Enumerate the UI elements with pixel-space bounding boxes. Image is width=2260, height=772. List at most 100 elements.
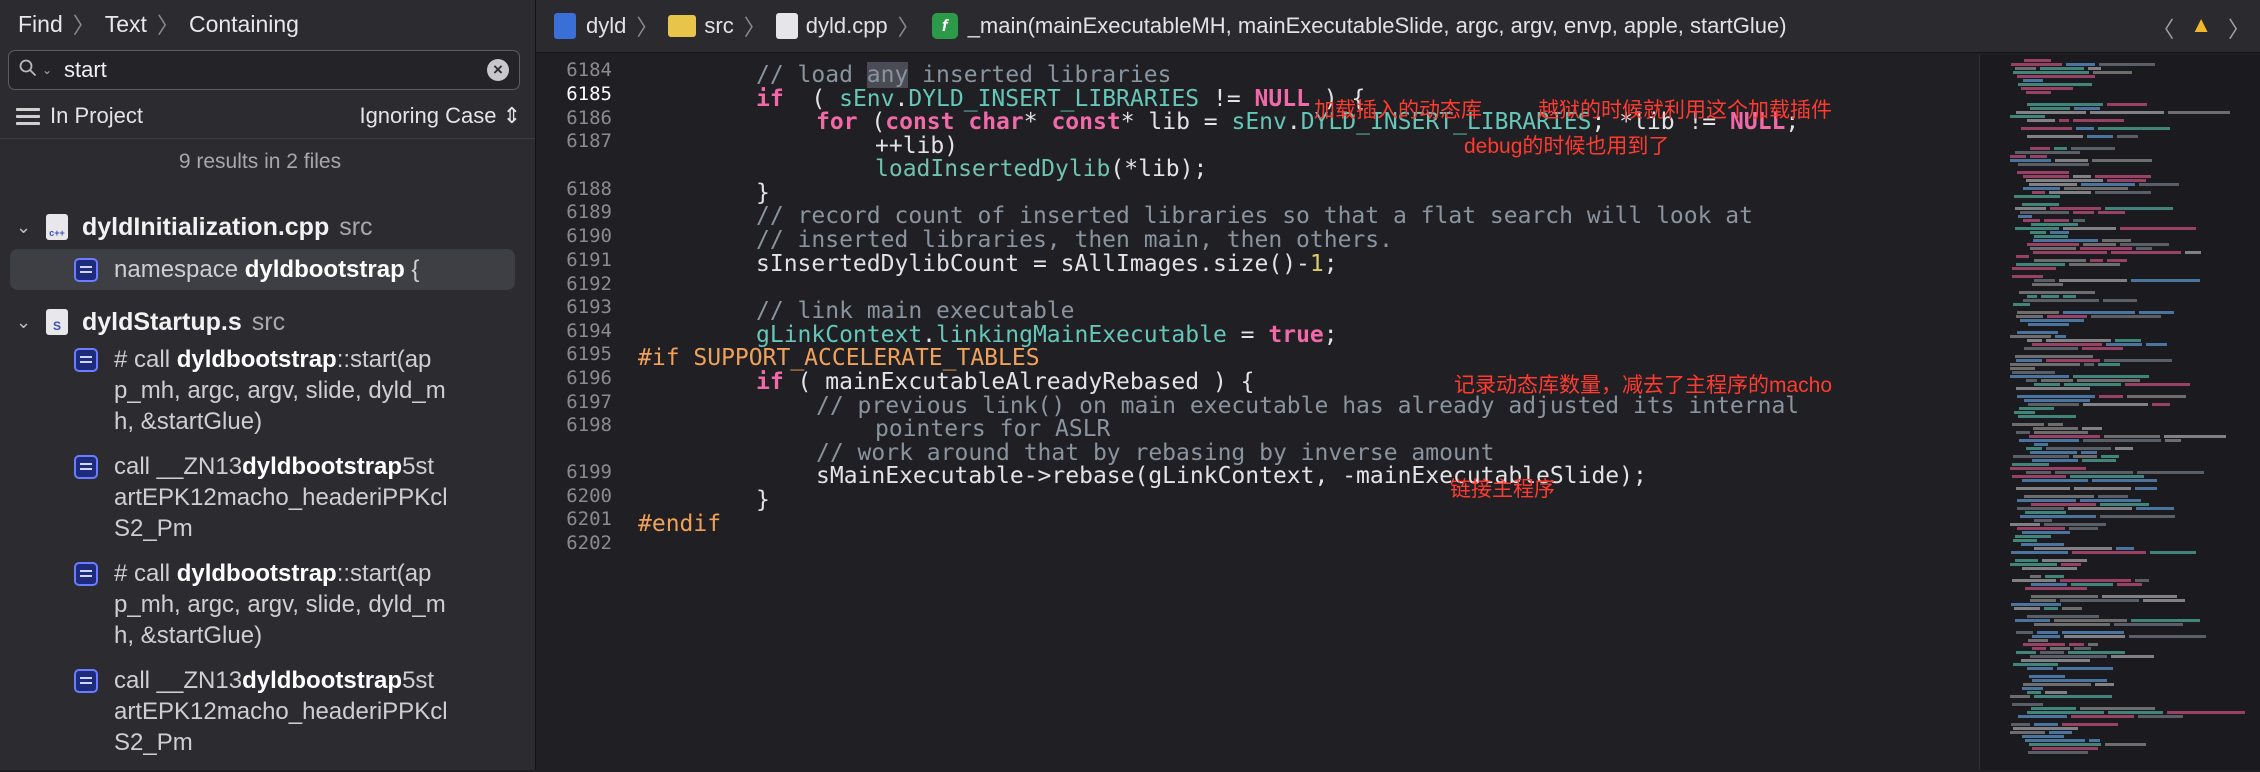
minimap-line (2064, 635, 2125, 638)
minimap-line (2060, 599, 2139, 602)
file-group[interactable]: ⌄ c++ dyldInitialization.cpp src (0, 205, 535, 249)
minimap-line (2117, 583, 2142, 586)
search-input[interactable]: start (64, 57, 107, 83)
minimap-line (2090, 259, 2103, 262)
minimap-line (2073, 119, 2124, 122)
minimap-line (2115, 339, 2141, 342)
source-editor: dyld 〉 src 〉 dyld.cpp 〉 f _main(mainExec… (536, 0, 2260, 770)
minimap-line (2104, 435, 2160, 438)
minimap-line (2031, 223, 2078, 226)
minimap-line (2020, 319, 2084, 322)
minimap-line (2073, 175, 2091, 178)
minimap-line (2072, 551, 2146, 554)
minimap-line (2068, 507, 2132, 510)
minimap-line (2054, 619, 2127, 622)
minimap-line (2018, 163, 2089, 166)
find-kind[interactable]: Text (105, 11, 147, 38)
minimap-line (2073, 219, 2085, 222)
minimap-line (2030, 107, 2070, 110)
minimap-line (2031, 707, 2076, 710)
file-group[interactable]: ⌄ S dyldStartup.s src (0, 300, 535, 344)
minimap-line (2125, 383, 2190, 386)
minimap-line (2120, 243, 2169, 246)
line-number: 6189 (566, 201, 612, 223)
search-options-chevron-icon[interactable]: ⌄ (42, 63, 52, 77)
clear-search-icon[interactable]: × (487, 59, 509, 81)
minimap-line (2073, 211, 2094, 214)
result-row[interactable]: # call dyldbootstrap::start(ap p_mh, arg… (0, 558, 535, 651)
minimap-line (2031, 583, 2067, 586)
minimap-line (2063, 311, 2135, 314)
minimap-line (2115, 447, 2133, 450)
line-number: 6201 (566, 508, 612, 530)
disclosure-chevron-icon[interactable]: ⌄ (16, 217, 36, 238)
case-sensitivity-popup[interactable]: Ignoring Case ⇕ (359, 103, 521, 129)
minimap[interactable] (1979, 55, 2260, 770)
minimap-line (2064, 383, 2121, 386)
keyword: if (756, 369, 784, 395)
minimap-line (2076, 127, 2094, 130)
result-text: artEPK12macho_headeriPPKcl (114, 484, 448, 511)
disclosure-chevron-icon[interactable]: ⌄ (16, 312, 36, 333)
minimap-line (2139, 311, 2174, 314)
jump-folder[interactable]: src (704, 13, 733, 39)
find-breadcrumb[interactable]: Find 〉 Text 〉 Containing (0, 0, 299, 48)
find-match-style[interactable]: Containing (189, 11, 299, 38)
keyword: const (885, 109, 955, 135)
code-token: (*lib); (1110, 156, 1208, 182)
minimap-line (2017, 395, 2095, 398)
result-row[interactable]: namespace dyldbootstrap { (10, 249, 515, 290)
result-row[interactable]: # call dyldbootstrap::start(ap p_mh, arg… (0, 344, 535, 437)
minimap-line (2139, 183, 2179, 186)
jump-function[interactable]: _main(mainExecutableMH, mainExecutableSl… (968, 13, 1787, 39)
minimap-line (2032, 459, 2078, 462)
minimap-line (2011, 63, 2062, 66)
result-match: dyldbootstrap (242, 667, 403, 694)
file-dir: src (251, 307, 286, 336)
minimap-line (2014, 411, 2035, 414)
minimap-line (2084, 363, 2094, 366)
minimap-line (2034, 431, 2088, 434)
minimap-line (2017, 507, 2064, 510)
jump-file[interactable]: dyld.cpp (806, 13, 888, 39)
results-summary: 9 results in 2 files (178, 150, 342, 173)
minimap-line (2062, 631, 2124, 634)
line-number: 6202 (566, 532, 612, 554)
result-text: namespace (114, 256, 245, 283)
minimap-line (2023, 79, 2043, 82)
minimap-line (2028, 639, 2048, 642)
line-number: 6192 (566, 273, 612, 295)
text-result-icon (74, 258, 98, 282)
minimap-line (2044, 219, 2069, 222)
minimap-line (2024, 495, 2094, 498)
minimap-line (2057, 667, 2113, 670)
scope-selector[interactable]: In Project (16, 103, 143, 129)
minimap-line (2082, 427, 2102, 430)
line-number: 6190 (566, 225, 612, 247)
minimap-line (2077, 379, 2140, 382)
minimap-line (2093, 71, 2132, 74)
minimap-line (2060, 579, 2131, 582)
line-number: 6198 (566, 414, 612, 436)
minimap-line (2069, 263, 2120, 266)
result-row[interactable]: call __ZN13dyldbootstrap5st artEPK12mach… (0, 451, 535, 544)
assembly-file-icon: S (46, 309, 68, 335)
minimap-line (2018, 215, 2032, 218)
result-text: # call (114, 346, 177, 373)
search-field[interactable]: ⌄ start × (8, 50, 520, 90)
chevron-left-icon[interactable]: 〈 (2152, 12, 2174, 44)
minimap-line (2095, 191, 2151, 194)
minimap-line (2168, 111, 2230, 114)
find-mode[interactable]: Find (18, 11, 63, 38)
minimap-line (2167, 711, 2245, 714)
minimap-line (2034, 259, 2086, 262)
jump-project[interactable]: dyld (586, 13, 626, 39)
result-row[interactable]: call __ZN13dyldbootstrap5st artEPK12mach… (0, 665, 535, 758)
warning-icon[interactable]: ▲ (2190, 12, 2212, 44)
minimap-line (2037, 631, 2058, 634)
minimap-line (2098, 127, 2170, 130)
minimap-line (2011, 603, 2061, 606)
search-icon[interactable] (19, 59, 37, 77)
chevron-right-icon[interactable]: 〉 (2228, 12, 2250, 44)
minimap-line (2012, 463, 2049, 466)
